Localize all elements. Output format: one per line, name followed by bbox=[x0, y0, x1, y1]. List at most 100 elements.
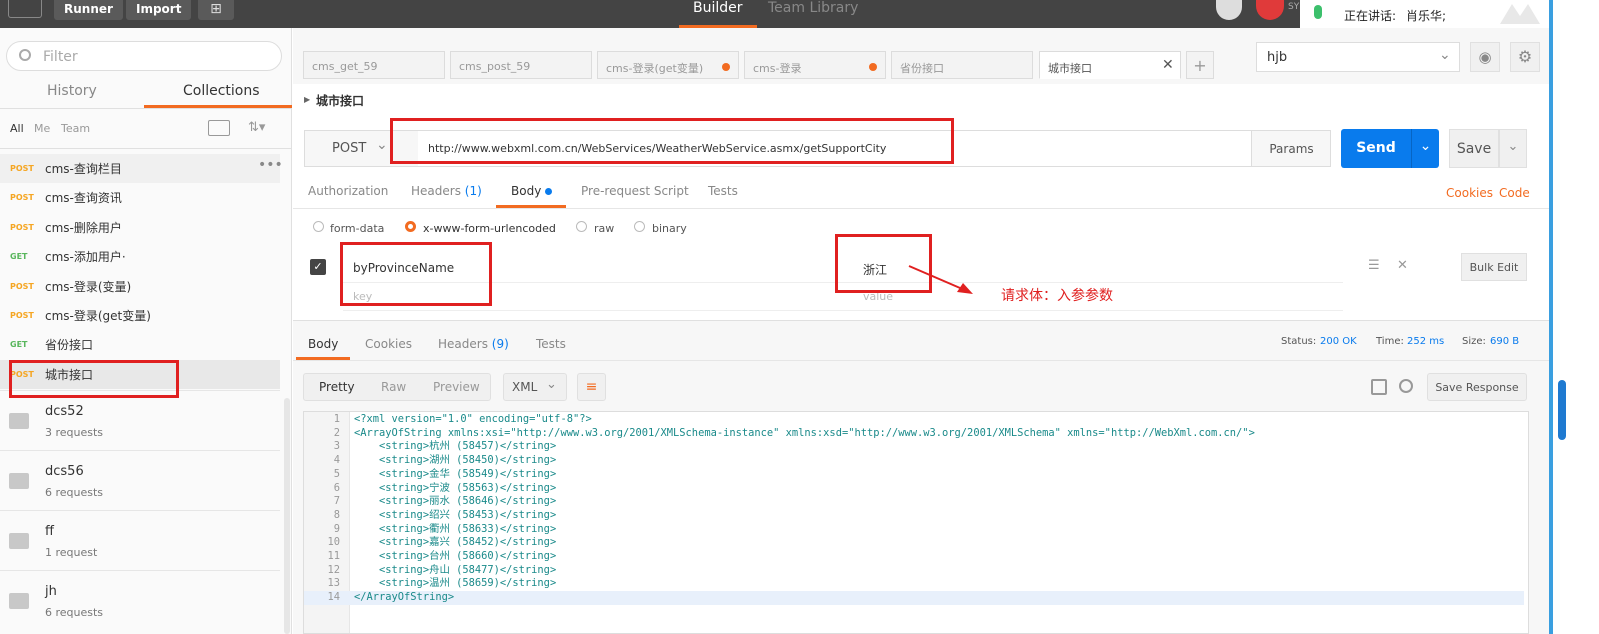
expand-caret-icon[interactable]: ▶ bbox=[304, 95, 310, 104]
request-title: 城市接口 bbox=[316, 94, 365, 108]
response-tab-headers[interactable]: Headers (9) bbox=[438, 337, 509, 351]
view-raw[interactable]: Raw bbox=[381, 380, 406, 394]
folder-item[interactable]: jh 6 requests bbox=[0, 570, 280, 630]
tab-headers[interactable]: Headers (1) bbox=[411, 184, 482, 198]
reorder-icon[interactable]: ☰ bbox=[1368, 258, 1380, 273]
sidebar-request-item[interactable]: POST cms-查询资讯 bbox=[0, 183, 280, 212]
tab-authorization[interactable]: Authorization bbox=[308, 184, 388, 198]
value-placeholder[interactable]: value bbox=[863, 290, 893, 303]
request-tab-active[interactable]: 城市接口 ✕ bbox=[1039, 51, 1181, 79]
save-response-button[interactable]: Save Response bbox=[1427, 373, 1527, 401]
param-value[interactable]: 浙江 bbox=[863, 261, 887, 278]
sidebar-request-item[interactable]: POST cms-登录(变量) bbox=[0, 272, 280, 301]
folder-count: 3 requests bbox=[45, 426, 104, 439]
request-tab[interactable]: cms_get_59 bbox=[303, 51, 445, 79]
response-code-view[interactable]: 1 <?xml version="1.0" encoding="utf-8"?> 2… bbox=[303, 411, 1529, 634]
method-select[interactable]: POST ⌄ bbox=[304, 130, 416, 167]
tab-collections[interactable]: Collections bbox=[183, 83, 260, 99]
radio-form-data[interactable] bbox=[313, 221, 324, 232]
params-button[interactable]: Params bbox=[1251, 131, 1331, 166]
sidebar-request-item[interactable]: POST cms-查询栏目 ••• bbox=[0, 154, 283, 183]
param-checkbox[interactable]: ✓ bbox=[310, 259, 326, 275]
scope-all[interactable]: All bbox=[10, 122, 24, 135]
folder-item[interactable]: dcs52 3 requests bbox=[0, 390, 280, 450]
tab-history[interactable]: History bbox=[47, 83, 97, 99]
tab-team-library[interactable]: Team Library bbox=[768, 0, 858, 16]
search-icon[interactable] bbox=[1399, 379, 1413, 393]
close-tab-icon[interactable]: ✕ bbox=[1162, 57, 1174, 73]
method-tag: GET bbox=[10, 340, 28, 350]
param-key[interactable]: byProvinceName bbox=[353, 261, 454, 275]
sync-icon[interactable] bbox=[1256, 0, 1284, 20]
environment-value: hjb bbox=[1267, 50, 1288, 65]
code-text: <string>金华 (58549)</string> bbox=[354, 467, 557, 480]
send-options-button[interactable]: ⌄ bbox=[1411, 129, 1439, 168]
request-tab[interactable]: 省份接口 bbox=[891, 51, 1033, 79]
folder-item[interactable]: dcs56 6 requests bbox=[0, 450, 280, 510]
save-options-button[interactable]: ⌄ bbox=[1499, 129, 1527, 168]
request-tab[interactable]: cms_post_59 bbox=[450, 51, 592, 79]
view-preview[interactable]: Preview bbox=[433, 380, 480, 394]
environment-select[interactable]: hjb ⌄ bbox=[1256, 42, 1460, 72]
folder-name: dcs52 bbox=[45, 404, 84, 419]
tab-body[interactable]: Body bbox=[511, 184, 553, 198]
sidebar-toggle-icon[interactable] bbox=[8, 0, 42, 18]
view-pretty[interactable]: Pretty bbox=[319, 380, 355, 394]
radio-binary[interactable] bbox=[634, 221, 645, 232]
new-tab-button[interactable]: + bbox=[1186, 51, 1214, 79]
sidebar-request-item[interactable]: POST cms-删除用户 bbox=[0, 213, 280, 242]
size-label: Size: bbox=[1462, 336, 1486, 347]
tab-tests[interactable]: Tests bbox=[708, 184, 738, 198]
cookies-link[interactable]: Cookies bbox=[1446, 186, 1493, 200]
folder-icon bbox=[9, 473, 29, 489]
status-label: Status: bbox=[1281, 336, 1317, 347]
request-tab[interactable]: cms-登录(get变量) bbox=[597, 51, 739, 79]
code-text: <string>温州 (58659)</string> bbox=[354, 577, 557, 590]
satellite-icon[interactable] bbox=[1216, 0, 1242, 20]
radio-label: binary bbox=[652, 222, 687, 235]
response-tab-cookies[interactable]: Cookies bbox=[365, 337, 412, 351]
scope-me[interactable]: Me bbox=[34, 122, 50, 135]
sort-icon[interactable]: ⇅▾ bbox=[248, 120, 265, 135]
sidebar-request-item[interactable]: POST cms-登录(get变量) bbox=[0, 301, 280, 330]
sidebar-scrollbar[interactable] bbox=[284, 398, 290, 634]
response-tab-body[interactable]: Body bbox=[308, 337, 338, 351]
bulk-edit-button[interactable]: Bulk Edit bbox=[1461, 253, 1527, 281]
gear-icon[interactable]: ⚙ bbox=[1510, 42, 1540, 72]
time-value: 252 ms bbox=[1407, 336, 1445, 347]
key-placeholder[interactable]: key bbox=[353, 290, 372, 303]
sidebar-request-item[interactable]: GET cms-添加用户· bbox=[0, 242, 280, 271]
scope-team[interactable]: Team bbox=[61, 122, 90, 135]
radio-urlencoded[interactable] bbox=[405, 221, 416, 232]
new-window-icon[interactable]: ⊞ bbox=[198, 0, 234, 20]
copy-icon[interactable] bbox=[1371, 379, 1387, 395]
filter-input[interactable]: Filter bbox=[6, 41, 282, 71]
url-input[interactable]: http://www.webxml.com.cn/WebServices/Wea… bbox=[418, 131, 1251, 166]
request-tab[interactable]: cms-登录 bbox=[744, 51, 886, 79]
annotation-arrow bbox=[908, 265, 973, 294]
new-folder-icon[interactable] bbox=[208, 120, 230, 136]
code-text: <string>宁波 (58563)</string> bbox=[354, 481, 557, 494]
folder-name: dcs56 bbox=[45, 464, 84, 479]
runner-button[interactable]: Runner bbox=[54, 0, 123, 20]
tab-builder[interactable]: Builder bbox=[693, 0, 743, 16]
response-tab-tests[interactable]: Tests bbox=[536, 337, 566, 351]
sidebar-request-item[interactable]: POST 城市接口 bbox=[0, 359, 280, 389]
code-line: 2 <ArrayOfString xmlns:xsi="http://www.w3… bbox=[304, 427, 1524, 441]
code-text: <?xml version="1.0" encoding="utf-8"?> bbox=[354, 413, 592, 425]
format-select[interactable]: XML ⌄ bbox=[503, 373, 567, 401]
code-link[interactable]: Code bbox=[1499, 186, 1530, 200]
radio-raw[interactable] bbox=[576, 221, 587, 232]
more-options-icon[interactable]: ••• bbox=[258, 157, 283, 173]
sidebar-request-item[interactable]: GET 省份接口 bbox=[0, 330, 280, 359]
import-button[interactable]: Import bbox=[126, 0, 192, 20]
send-button[interactable]: Send bbox=[1341, 129, 1411, 168]
folder-count: 6 requests bbox=[45, 486, 104, 499]
eye-icon[interactable]: ◉ bbox=[1470, 42, 1500, 72]
save-response-label: Save Response bbox=[1435, 381, 1519, 394]
folder-item[interactable]: ff 1 request bbox=[0, 510, 280, 570]
tab-prerequest[interactable]: Pre-request Script bbox=[581, 184, 689, 198]
wrap-lines-icon[interactable]: ≡ bbox=[577, 373, 606, 401]
save-button[interactable]: Save bbox=[1449, 129, 1499, 168]
delete-param-icon[interactable]: ✕ bbox=[1397, 258, 1408, 273]
